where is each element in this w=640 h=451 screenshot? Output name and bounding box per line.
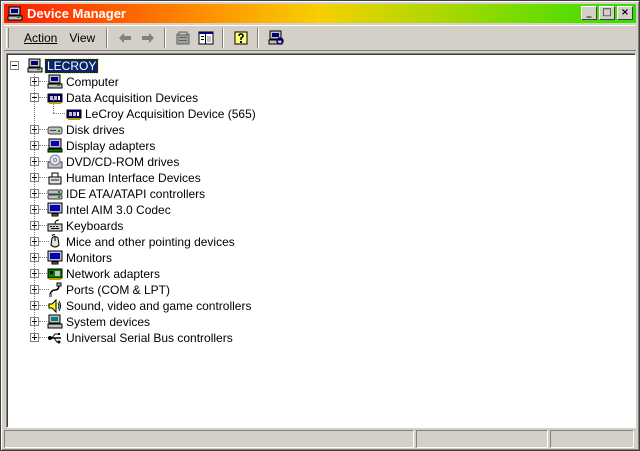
- cdrom-icon: [47, 154, 63, 170]
- usb-icon: [47, 330, 63, 346]
- tree-item[interactable]: Intel AIM 3.0 Codec: [64, 203, 173, 217]
- device-tree-pane[interactable]: LECROY Computer Data Acquisition Devices Le…: [6, 53, 636, 428]
- minimize-icon: _: [586, 7, 592, 18]
- status-bar: [4, 430, 636, 448]
- menu-action[interactable]: Action: [18, 28, 63, 48]
- close-button[interactable]: ×: [617, 6, 633, 20]
- title-buttons: _ □ ×: [581, 6, 633, 20]
- maximize-button[interactable]: □: [599, 6, 615, 20]
- tree-item[interactable]: Disk drives: [64, 123, 127, 137]
- toolbar-separator: [257, 28, 260, 48]
- computer-icon: [47, 74, 63, 90]
- tree-connector: [53, 113, 65, 114]
- title-bar[interactable]: Device Manager _ □ ×: [4, 4, 636, 23]
- forward-button[interactable]: [136, 27, 159, 49]
- maximize-icon: □: [602, 7, 612, 18]
- help-button[interactable]: [229, 27, 252, 49]
- scan-hardware-icon: [268, 30, 284, 45]
- sound-icon: [47, 298, 63, 314]
- mouse-icon: [47, 234, 63, 250]
- tree-item[interactable]: Network adapters: [64, 267, 162, 281]
- device-manager-window: Device Manager _ □ × Action View LECROY …: [0, 0, 640, 451]
- computer-icon: [27, 58, 43, 74]
- board-icon: [47, 90, 63, 106]
- network-adapter-icon: [47, 266, 63, 282]
- tree-item[interactable]: IDE ATA/ATAPI controllers: [64, 187, 207, 201]
- tree-item[interactable]: Display adapters: [64, 139, 157, 153]
- close-icon: ×: [620, 7, 630, 18]
- menu-view[interactable]: View: [63, 28, 101, 48]
- back-arrow-icon: [118, 33, 131, 43]
- tree-item[interactable]: Ports (COM & LPT): [64, 283, 172, 297]
- toolbar-separator: [106, 28, 109, 48]
- disk-drive-icon: [47, 122, 63, 138]
- root-expander[interactable]: [10, 61, 19, 70]
- back-button[interactable]: [113, 27, 136, 49]
- tree-child-item[interactable]: LeCroy Acquisition Device (565): [83, 107, 258, 121]
- tree-item[interactable]: Mice and other pointing devices: [64, 235, 237, 249]
- help-icon: [234, 31, 248, 45]
- tree-connector: [53, 99, 54, 113]
- scan-hardware-button[interactable]: [264, 27, 287, 49]
- monitor-icon: [47, 250, 63, 266]
- tree-view-icon: [198, 31, 214, 45]
- tree-item[interactable]: System devices: [64, 315, 152, 329]
- tree-view-button[interactable]: [194, 27, 217, 49]
- menu-view-label: View: [69, 31, 96, 45]
- forward-arrow-icon: [141, 33, 154, 43]
- tree-item[interactable]: Universal Serial Bus controllers: [64, 331, 235, 345]
- hid-icon: [47, 170, 63, 186]
- menu-action-label: Action: [24, 31, 58, 45]
- toolbar-grip[interactable]: [6, 28, 9, 48]
- monitor-icon: [47, 202, 63, 218]
- tree-trunk: [34, 71, 35, 337]
- toolbar-separator: [164, 28, 167, 48]
- system-device-icon: [47, 314, 63, 330]
- tree-item[interactable]: Computer: [64, 75, 121, 89]
- device-tree: LECROY Computer Data Acquisition Devices Le…: [7, 54, 635, 427]
- status-pane-main: [4, 430, 414, 448]
- tree-item[interactable]: Keyboards: [64, 219, 125, 233]
- board-icon: [66, 106, 82, 122]
- window-title: Device Manager: [27, 6, 126, 21]
- display-adapter-icon: [47, 138, 63, 154]
- status-pane-middle: [416, 430, 548, 448]
- tree-item[interactable]: Human Interface Devices: [64, 171, 203, 185]
- tree-item[interactable]: Sound, video and game controllers: [64, 299, 253, 313]
- ide-controller-icon: [47, 186, 63, 202]
- device-manager-icon: [7, 6, 23, 22]
- status-pane-right: [550, 430, 634, 448]
- tree-root-label[interactable]: LECROY: [43, 58, 100, 74]
- keyboard-icon: [47, 218, 63, 234]
- port-icon: [47, 282, 63, 298]
- properties-icon: [176, 31, 190, 45]
- tree-item[interactable]: DVD/CD-ROM drives: [64, 155, 181, 169]
- tree-item[interactable]: Monitors: [64, 251, 114, 265]
- properties-button[interactable]: [171, 27, 194, 49]
- tree-item[interactable]: Data Acquisition Devices: [64, 91, 200, 105]
- toolbar-separator: [222, 28, 225, 48]
- toolbar: Action View: [4, 25, 636, 51]
- minimize-button[interactable]: _: [581, 6, 597, 20]
